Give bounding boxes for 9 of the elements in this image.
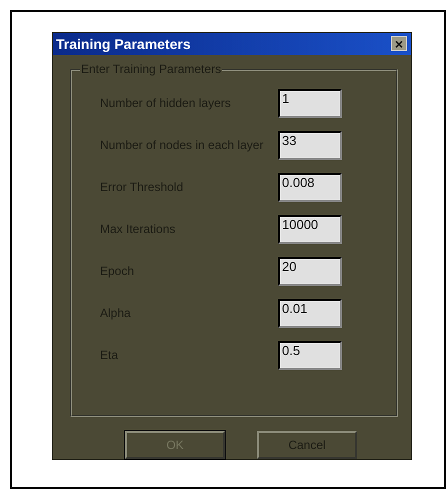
input-field[interactable]: 10000 bbox=[278, 214, 342, 244]
input-field[interactable]: 1 bbox=[278, 88, 342, 118]
input-field[interactable]: 0.008 bbox=[278, 172, 342, 202]
window-title: Training Parameters bbox=[56, 36, 191, 52]
input-field[interactable]: 0.5 bbox=[278, 340, 342, 370]
input-field[interactable]: 20 bbox=[278, 256, 342, 286]
input-field[interactable]: 33 bbox=[278, 130, 342, 160]
input-field[interactable]: 0.01 bbox=[278, 298, 342, 328]
close-button[interactable]: × bbox=[391, 36, 407, 52]
